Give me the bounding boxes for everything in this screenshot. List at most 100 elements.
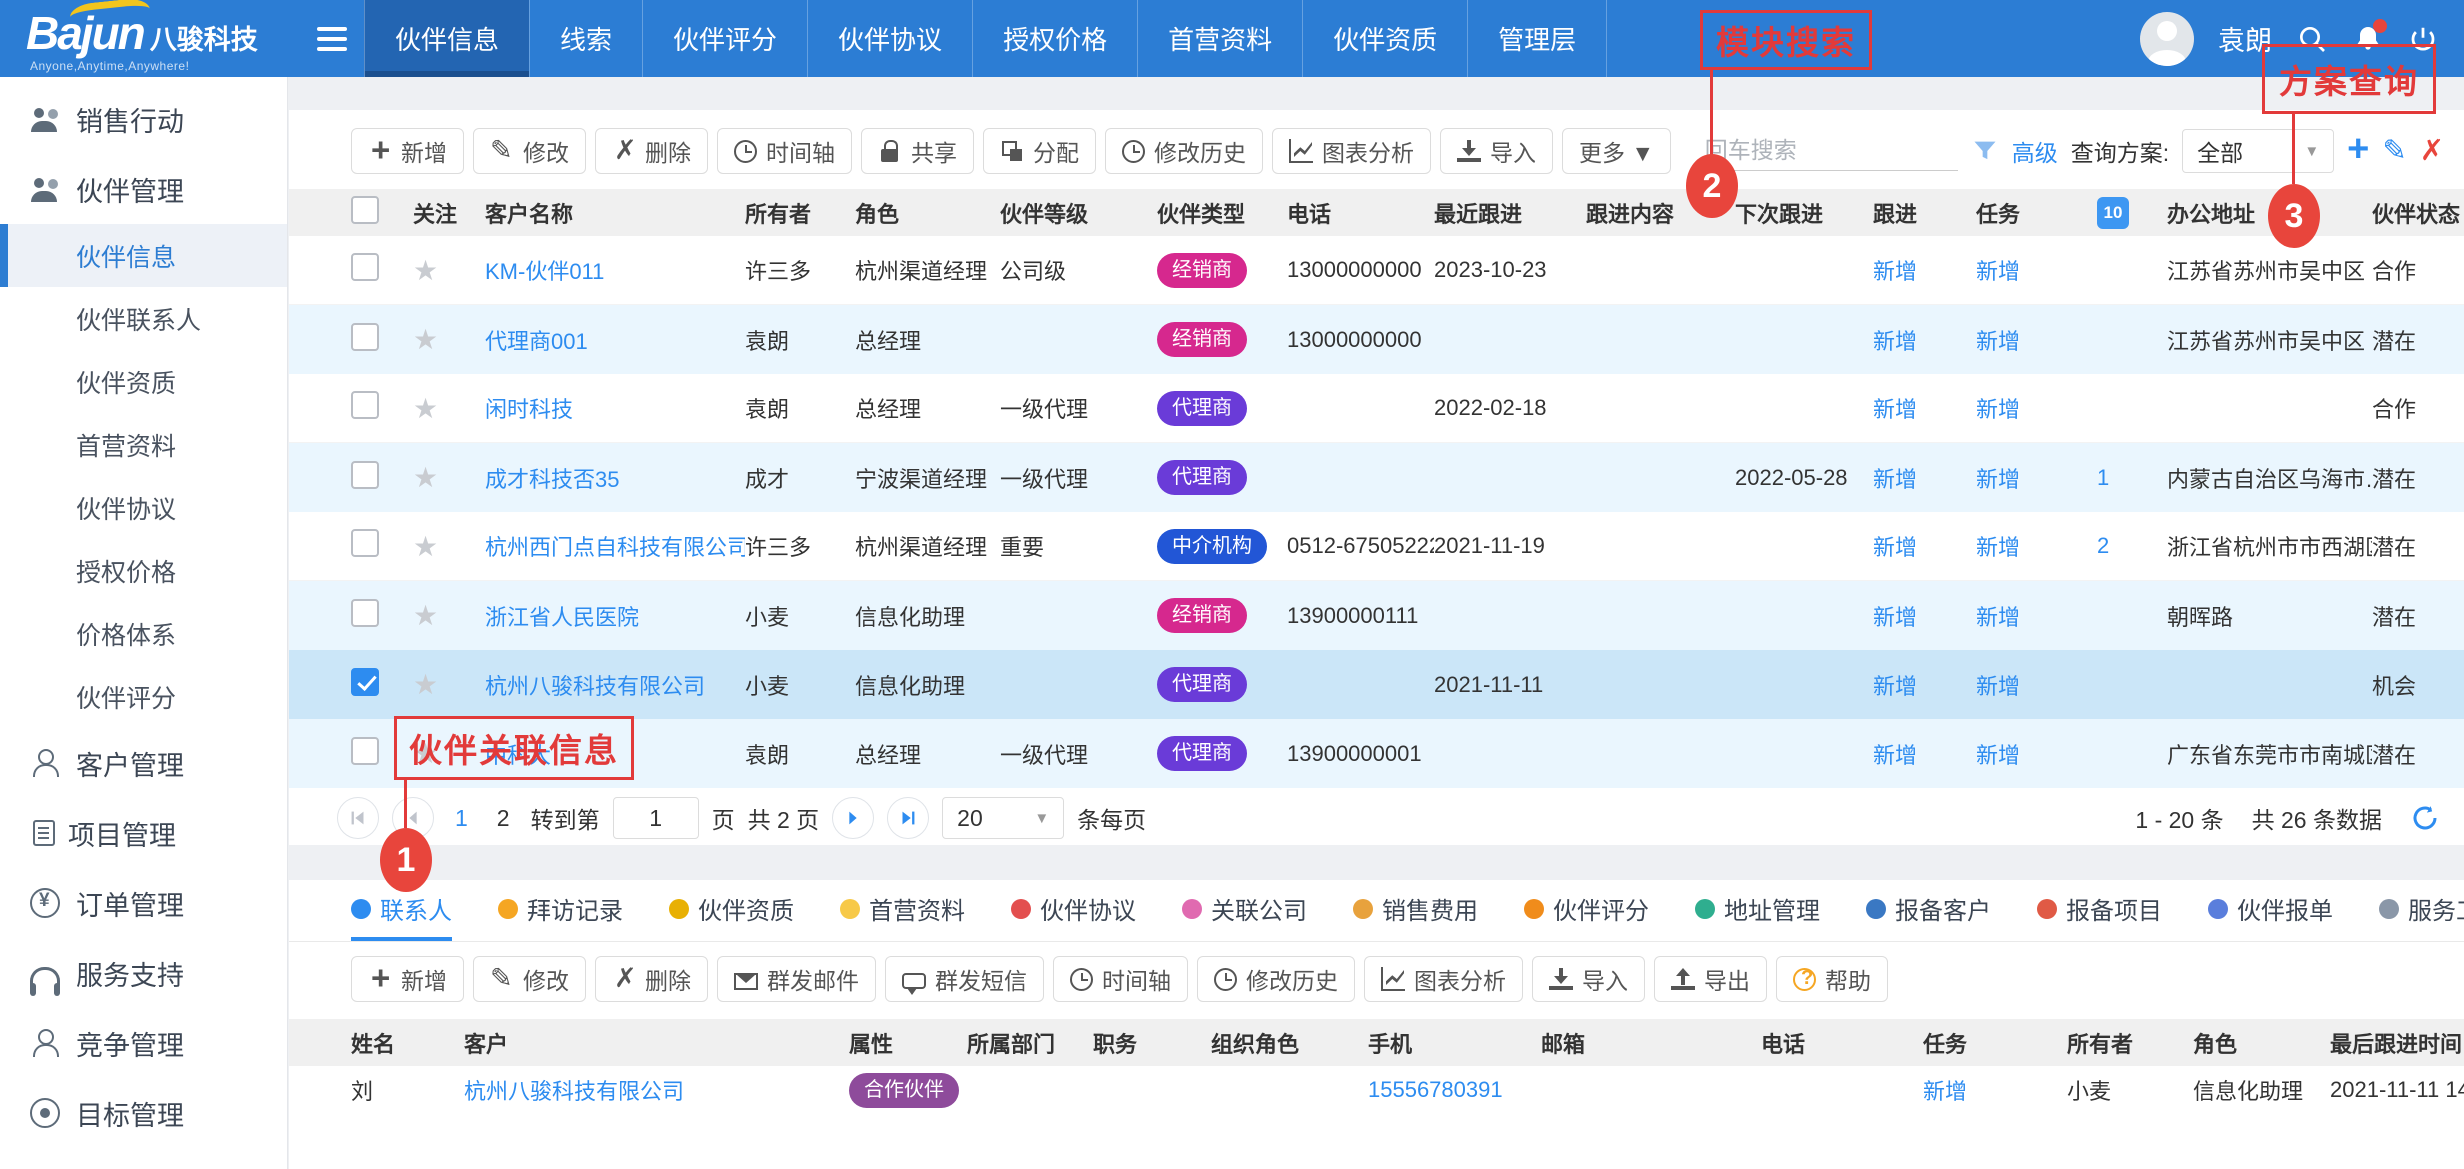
- col-header[interactable]: 职务: [1093, 1027, 1211, 1059]
- table-row[interactable]: ★ 杭州西门点自科技有限公司 许三多 杭州渠道经理 重要 中介机构 0512-6…: [289, 512, 2464, 581]
- related-tab[interactable]: 地址管理: [1695, 880, 1820, 941]
- delete-scheme-icon[interactable]: ✗: [2420, 137, 2444, 166]
- sidebar-item[interactable]: 价格体系: [0, 602, 287, 665]
- toolbar-button[interactable]: 更多 ▼: [1562, 128, 1671, 174]
- col-header[interactable]: 客户: [464, 1027, 849, 1059]
- related-tab[interactable]: 伙伴协议: [1011, 880, 1136, 941]
- nav-menu-item[interactable]: 伙伴评分: [642, 0, 807, 77]
- follow-count-badge-icon[interactable]: 10: [2097, 197, 2129, 229]
- sidebar-item[interactable]: 订单管理: [0, 868, 287, 938]
- toolbar-button[interactable]: 时间轴: [1053, 956, 1188, 1002]
- sidebar-item[interactable]: 伙伴管理: [0, 154, 287, 224]
- star-icon[interactable]: ★: [413, 531, 438, 562]
- toolbar-button[interactable]: 修改历史: [1105, 128, 1263, 174]
- table-row[interactable]: ★ 浙江省人民医院 小麦 信息化助理 经销商 13900000111 新增 新增…: [289, 581, 2464, 650]
- add-scheme-icon[interactable]: +: [2347, 130, 2369, 168]
- table-row[interactable]: 刘 杭州八骏科技有限公司 合作伙伴 15556780391 新增 小麦 信息化助…: [289, 1066, 2464, 1114]
- customer-name-link[interactable]: 杭州八骏科技有限公司: [485, 674, 705, 699]
- add-follow-link[interactable]: 新增: [1873, 329, 1917, 354]
- row-checkbox[interactable]: [351, 737, 379, 765]
- col-header[interactable]: 关注: [413, 197, 485, 229]
- sidebar-item[interactable]: 授权价格: [0, 539, 287, 602]
- row-checkbox[interactable]: [351, 253, 379, 281]
- col-header[interactable]: 所有者: [2067, 1027, 2193, 1059]
- edit-scheme-icon[interactable]: ✎: [2382, 137, 2406, 166]
- sidebar-item[interactable]: 服务支持: [0, 938, 287, 1008]
- toolbar-button[interactable]: 新增: [351, 128, 464, 174]
- add-follow-link[interactable]: 新增: [1873, 397, 1917, 422]
- col-header[interactable]: 电话: [1287, 197, 1434, 229]
- col-header[interactable]: 伙伴类型: [1157, 197, 1287, 229]
- add-task-link[interactable]: 新增: [1976, 674, 2020, 699]
- col-header[interactable]: 下次跟进: [1735, 197, 1873, 229]
- nav-menu-item[interactable]: 伙伴资质: [1302, 0, 1467, 77]
- nav-menu-item[interactable]: 线索: [529, 0, 642, 77]
- select-all-checkbox[interactable]: [351, 196, 379, 224]
- page-number[interactable]: 2: [489, 805, 518, 832]
- advanced-search-link[interactable]: 高级: [2012, 134, 2058, 168]
- sidebar-item[interactable]: 伙伴信息: [0, 224, 287, 287]
- add-task-link[interactable]: 新增: [1976, 259, 2020, 284]
- add-follow-link[interactable]: 新增: [1873, 467, 1917, 492]
- add-task-link[interactable]: 新增: [1976, 605, 2020, 630]
- toolbar-button[interactable]: 导入: [1440, 128, 1553, 174]
- col-header[interactable]: 角色: [2193, 1027, 2330, 1059]
- add-task-link[interactable]: 新增: [1976, 467, 2020, 492]
- related-tab[interactable]: 销售费用: [1353, 880, 1478, 941]
- customer-name-link[interactable]: 闲时科技: [485, 397, 573, 422]
- toolbar-button[interactable]: 导出: [1654, 956, 1767, 1002]
- related-tab[interactable]: 伙伴评分: [1524, 880, 1649, 941]
- col-header[interactable]: 邮箱: [1541, 1027, 1761, 1059]
- toolbar-button[interactable]: 图表分析: [1272, 128, 1431, 174]
- row-checkbox[interactable]: [351, 529, 379, 557]
- add-task-link[interactable]: 新增: [1976, 397, 2020, 422]
- related-tab[interactable]: 服务工单: [2379, 880, 2464, 941]
- related-tab[interactable]: 首营资料: [840, 880, 965, 941]
- col-header[interactable]: 电话: [1761, 1027, 1923, 1059]
- add-follow-link[interactable]: 新增: [1873, 743, 1917, 768]
- sidebar-item[interactable]: 竞争管理: [0, 1008, 287, 1078]
- sidebar-item[interactable]: 伙伴评分: [0, 665, 287, 728]
- col-header[interactable]: 姓名: [351, 1027, 464, 1059]
- col-header[interactable]: 跟进: [1873, 197, 1976, 229]
- star-icon[interactable]: ★: [413, 255, 438, 286]
- add-follow-link[interactable]: 新增: [1873, 674, 1917, 699]
- table-row[interactable]: ★ KM-伙伴011 许三多 杭州渠道经理 公司级 经销商 1300000000…: [289, 236, 2464, 305]
- goto-page-input[interactable]: [613, 797, 699, 839]
- nav-menu-item[interactable]: 管理层: [1467, 0, 1607, 77]
- toolbar-button[interactable]: 导入: [1532, 956, 1645, 1002]
- nav-menu-item[interactable]: 授权价格: [972, 0, 1137, 77]
- related-tab[interactable]: 拜访记录: [498, 880, 623, 941]
- toolbar-button[interactable]: 修改历史: [1197, 956, 1355, 1002]
- customer-name-link[interactable]: 成才科技否35: [485, 467, 619, 492]
- page-number[interactable]: 1: [447, 805, 476, 832]
- customer-name-link[interactable]: 杭州西门点自科技有限公司: [485, 535, 745, 560]
- row-checkbox[interactable]: [351, 461, 379, 489]
- customer-name-link[interactable]: KM-伙伴011: [485, 259, 604, 284]
- add-task-link[interactable]: 新增: [1976, 535, 2020, 560]
- col-header[interactable]: 手机: [1368, 1027, 1541, 1059]
- row-checkbox[interactable]: [351, 668, 379, 696]
- table-row[interactable]: ★ 代理商001 袁朗 总经理 经销商 13000000000 新增 新增 江苏…: [289, 305, 2464, 374]
- add-task-link[interactable]: 新增: [1976, 743, 2020, 768]
- search-input[interactable]: [1703, 131, 1958, 171]
- star-icon[interactable]: ★: [413, 600, 438, 631]
- related-tab[interactable]: 伙伴资质: [669, 880, 794, 941]
- sidebar-item[interactable]: 项目管理: [0, 798, 287, 868]
- row-checkbox[interactable]: [351, 599, 379, 627]
- toolbar-button[interactable]: 群发邮件: [717, 956, 876, 1002]
- table-row[interactable]: ★ 成才科技否35 成才 宁波渠道经理 一级代理 代理商 2022-05-28 …: [289, 443, 2464, 512]
- follow-count-link[interactable]: 1: [2097, 465, 2109, 490]
- row-checkbox[interactable]: [351, 323, 379, 351]
- star-icon[interactable]: ★: [413, 669, 438, 700]
- col-header[interactable]: 任务: [1923, 1027, 2067, 1059]
- table-row[interactable]: ★ 闲时科技 袁朗 总经理 一级代理 代理商 2022-02-18 新增 新增 …: [289, 374, 2464, 443]
- toolbar-button[interactable]: 删除: [595, 128, 708, 174]
- first-page-button[interactable]: [337, 797, 379, 839]
- mobile-link[interactable]: 15556780391: [1368, 1077, 1503, 1102]
- refresh-icon[interactable]: [2410, 803, 2440, 833]
- toolbar-button[interactable]: 时间轴: [717, 128, 852, 174]
- col-header[interactable]: 角色: [855, 197, 1000, 229]
- nav-menu-item[interactable]: 伙伴协议: [807, 0, 972, 77]
- star-icon[interactable]: ★: [413, 393, 438, 424]
